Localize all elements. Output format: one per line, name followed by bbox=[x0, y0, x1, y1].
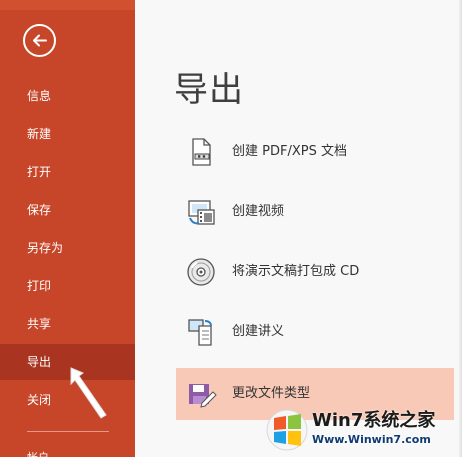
create-pdf-xps-option[interactable]: 创建 PDF/XPS 文档 bbox=[176, 126, 454, 178]
nav-item-account-partial[interactable]: 帐户 bbox=[27, 449, 49, 465]
cd-icon bbox=[187, 258, 215, 286]
nav-item-open[interactable]: 打开 bbox=[0, 154, 135, 190]
create-video-option[interactable]: 创建视频 bbox=[176, 186, 454, 238]
pointer-arrow-icon bbox=[70, 367, 107, 419]
create-pdf-xps-label: 创建 PDF/XPS 文档 bbox=[232, 144, 347, 159]
back-arrow-icon bbox=[33, 34, 47, 47]
nav-item-share[interactable]: 共享 bbox=[0, 306, 135, 342]
window: 信息 新建 打开 保存 另存为 打印 共享 导出 关闭 帐户 导出 创建 PDF… bbox=[0, 0, 462, 464]
pdf-document-icon bbox=[192, 138, 211, 166]
nav-item-save[interactable]: 保存 bbox=[0, 192, 135, 228]
create-handouts-label: 创建讲义 bbox=[232, 324, 285, 339]
sidebar-top-strip bbox=[0, 0, 135, 10]
export-content: 导出 创建 PDF/XPS 文档 创建视频 将演示文稿打包成 CD 创建讲义 更… bbox=[135, 0, 462, 457]
back-button[interactable] bbox=[23, 24, 56, 57]
create-video-label: 创建视频 bbox=[232, 204, 285, 219]
nav-item-print[interactable]: 打印 bbox=[0, 268, 135, 304]
sidebar-divider bbox=[27, 431, 109, 432]
handout-icon bbox=[188, 319, 212, 346]
page-title: 导出 bbox=[174, 70, 244, 110]
watermark-url: Www.Winwin7.com bbox=[312, 433, 431, 446]
package-cd-option[interactable]: 将演示文稿打包成 CD bbox=[176, 246, 454, 298]
nav-item-new[interactable]: 新建 bbox=[0, 116, 135, 152]
nav-item-info[interactable]: 信息 bbox=[0, 78, 135, 114]
watermark-brand: Win7系统之家 bbox=[312, 410, 436, 431]
create-handouts-option[interactable]: 创建讲义 bbox=[176, 306, 454, 358]
nav-item-save-as[interactable]: 另存为 bbox=[0, 230, 135, 266]
package-cd-label: 将演示文稿打包成 CD bbox=[232, 264, 360, 279]
file-type-icon bbox=[189, 384, 217, 408]
video-icon bbox=[188, 200, 215, 225]
